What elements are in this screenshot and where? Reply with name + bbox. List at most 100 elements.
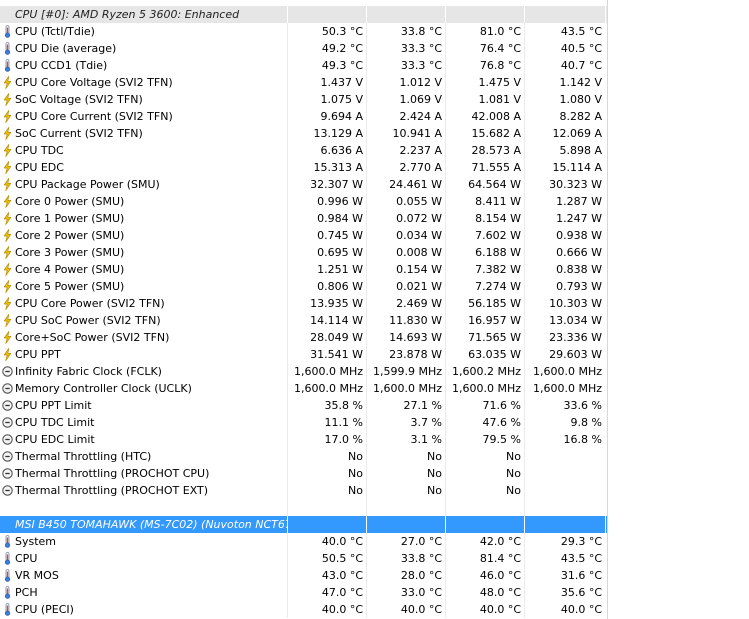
sensor-row[interactable]: Core 2 Power (SMU) 0.745 W 0.034 W 7.602 W 0… (0, 227, 608, 244)
column-divider (445, 142, 446, 159)
lightning-icon (3, 178, 12, 191)
sensor-row[interactable]: Infinity Fabric Clock (FCLK) 1,600.0 MHz 1… (0, 363, 608, 380)
sensor-row[interactable]: CPU Die (average) 49.2 °C 33.3 °C 76.4 °C 40… (0, 40, 608, 57)
minimum-value: 10.941 A (392, 127, 442, 140)
sensor-label: Infinity Fabric Clock (FCLK) (15, 365, 162, 378)
section-header[interactable]: CPU [#0]: AMD Ryzen 5 3600: Enhanced (0, 6, 608, 23)
column-divider (445, 176, 446, 193)
sensor-label: VR MOS (15, 569, 59, 582)
minimum-value: 1.069 V (399, 93, 442, 106)
sensor-row[interactable]: Thermal Throttling (HTC) No No No (0, 448, 608, 465)
column-divider (524, 363, 525, 380)
column-divider (524, 57, 525, 74)
column-divider (287, 414, 288, 431)
sensor-row[interactable]: Core 0 Power (SMU) 0.996 W 0.055 W 8.411 W 1… (0, 193, 608, 210)
sensor-row[interactable]: CPU Package Power (SMU) 32.307 W 24.461 W 6… (0, 176, 608, 193)
column-divider (366, 448, 367, 465)
maximum-value: 7.274 W (475, 280, 521, 293)
column-divider (524, 380, 525, 397)
column-divider (287, 397, 288, 414)
sensor-row[interactable]: CPU PPT Limit 35.8 % 27.1 % 71.6 % 33.6 % (0, 397, 608, 414)
header-cell (525, 516, 606, 533)
sensor-row[interactable]: Core 3 Power (SMU) 0.695 W 0.008 W 6.188 W 0… (0, 244, 608, 261)
current-value: 15.313 A (313, 161, 363, 174)
maximum-value: No (506, 450, 521, 463)
sensor-row[interactable]: CPU TDC 6.636 A 2.237 A 28.573 A 5.898 A (0, 142, 608, 159)
sensor-row[interactable]: CPU CCD1 (Tdie) 49.3 °C 33.3 °C 76.8 °C 40.7… (0, 57, 608, 74)
lightning-icon (3, 127, 12, 140)
average-value: 15.114 A (552, 161, 602, 174)
minimum-value: 0.008 W (396, 246, 442, 259)
current-value: 13.129 A (313, 127, 363, 140)
sensor-row[interactable]: CPU (Tctl/Tdie) 50.3 °C 33.8 °C 81.0 °C 43.5… (0, 23, 608, 40)
column-divider (445, 363, 446, 380)
maximum-value: 48.0 °C (479, 586, 521, 599)
lightning-icon (3, 144, 12, 157)
minimum-value: 0.034 W (396, 229, 442, 242)
sensor-label: Memory Controller Clock (UCLK) (15, 382, 192, 395)
sensor-row[interactable]: Memory Controller Clock (UCLK) 1,600.0 MH… (0, 380, 608, 397)
sensor-row[interactable]: System 40.0 °C 27.0 °C 42.0 °C 29.3 °C (0, 533, 608, 550)
sensor-row[interactable]: Thermal Throttling (PROCHOT EXT) No No No (0, 482, 608, 499)
sensor-row[interactable]: SoC Voltage (SVI2 TFN) 1.075 V 1.069 V 1.08… (0, 91, 608, 108)
column-divider (445, 57, 446, 74)
maximum-value: 1.475 V (478, 76, 521, 89)
column-divider (366, 142, 367, 159)
column-divider (445, 397, 446, 414)
column-divider (287, 40, 288, 57)
lightning-icon (3, 93, 12, 106)
sensor-row[interactable]: Core 5 Power (SMU) 0.806 W 0.021 W 7.274 W 0… (0, 278, 608, 295)
clock-icon (2, 366, 13, 377)
sensor-row[interactable]: CPU Core Current (SVI2 TFN) 9.694 A 2.424 … (0, 108, 608, 125)
sensor-row[interactable]: Core 4 Power (SMU) 1.251 W 0.154 W 7.382 W 0… (0, 261, 608, 278)
section-header[interactable]: MSI B450 TOMAHAWK (MS-7C02) (Nuvoton NCT… (0, 516, 608, 533)
sensor-row[interactable]: CPU SoC Power (SVI2 TFN) 14.114 W 11.830 W… (0, 312, 608, 329)
column-divider (366, 210, 367, 227)
column-divider (524, 176, 525, 193)
minimum-value: 11.830 W (389, 314, 442, 327)
sensor-row[interactable]: Core+SoC Power (SVI2 TFN) 28.049 W 14.693 … (0, 329, 608, 346)
sensor-row[interactable]: VR MOS 43.0 °C 28.0 °C 46.0 °C 31.6 °C (0, 567, 608, 584)
sensor-row[interactable]: PCH 47.0 °C 33.0 °C 48.0 °C 35.6 °C (0, 584, 608, 601)
sensor-row[interactable]: SoC Current (SVI2 TFN) 13.129 A 10.941 A 15… (0, 125, 608, 142)
clock-icon (2, 485, 13, 496)
sensor-row[interactable]: CPU TDC Limit 11.1 % 3.7 % 47.6 % 9.8 % (0, 414, 608, 431)
sensor-row[interactable]: Core 1 Power (SMU) 0.984 W 0.072 W 8.154 W 1… (0, 210, 608, 227)
minimum-value: 1,600.0 MHz (372, 382, 442, 395)
minimum-value: 27.0 °C (400, 535, 442, 548)
current-value: 43.0 °C (321, 569, 363, 582)
column-divider (524, 295, 525, 312)
sensor-row[interactable]: CPU (PECI) 40.0 °C 40.0 °C 40.0 °C 40.0 °C (0, 601, 608, 618)
sensor-row[interactable]: CPU Core Voltage (SVI2 TFN) 1.437 V 1.012 … (0, 74, 608, 91)
sensor-row[interactable]: CPU 50.5 °C 33.8 °C 81.4 °C 43.5 °C (0, 550, 608, 567)
average-value: 10.303 W (549, 297, 602, 310)
sensor-row[interactable]: Thermal Throttling (PROCHOT CPU) No No No (0, 465, 608, 482)
current-value: No (348, 484, 363, 497)
sensor-name-cell: Thermal Throttling (HTC) (0, 448, 287, 465)
lightning-icon (3, 314, 12, 327)
thermometer-icon (4, 603, 11, 616)
column-divider (287, 346, 288, 363)
average-value: 43.5 °C (560, 552, 602, 565)
sensor-name-cell: Thermal Throttling (PROCHOT EXT) (0, 482, 287, 499)
minimum-value: 23.878 W (389, 348, 442, 361)
sensor-name-cell: PCH (0, 584, 287, 601)
lightning-icon (3, 212, 12, 225)
column-divider (287, 584, 288, 601)
column-divider (445, 601, 446, 618)
maximum-value: 71.6 % (482, 399, 521, 412)
minimum-value: No (427, 467, 442, 480)
current-value: 31.541 W (310, 348, 363, 361)
average-value: 40.5 °C (560, 42, 602, 55)
column-divider (287, 74, 288, 91)
maximum-value: 8.411 W (475, 195, 521, 208)
maximum-value: 1,600.0 MHz (451, 382, 521, 395)
column-divider (287, 499, 288, 516)
column-divider (524, 550, 525, 567)
sensor-row[interactable]: CPU EDC Limit 17.0 % 3.1 % 79.5 % 16.8 % (0, 431, 608, 448)
sensor-row[interactable]: CPU PPT 31.541 W 23.878 W 63.035 W 29.603 W (0, 346, 608, 363)
minimum-value: No (427, 484, 442, 497)
sensor-row[interactable]: CPU Core Power (SVI2 TFN) 13.935 W 2.469 W… (0, 295, 608, 312)
sensor-row[interactable]: CPU EDC 15.313 A 2.770 A 71.555 A 15.114 A (0, 159, 608, 176)
clock-icon (2, 434, 13, 445)
